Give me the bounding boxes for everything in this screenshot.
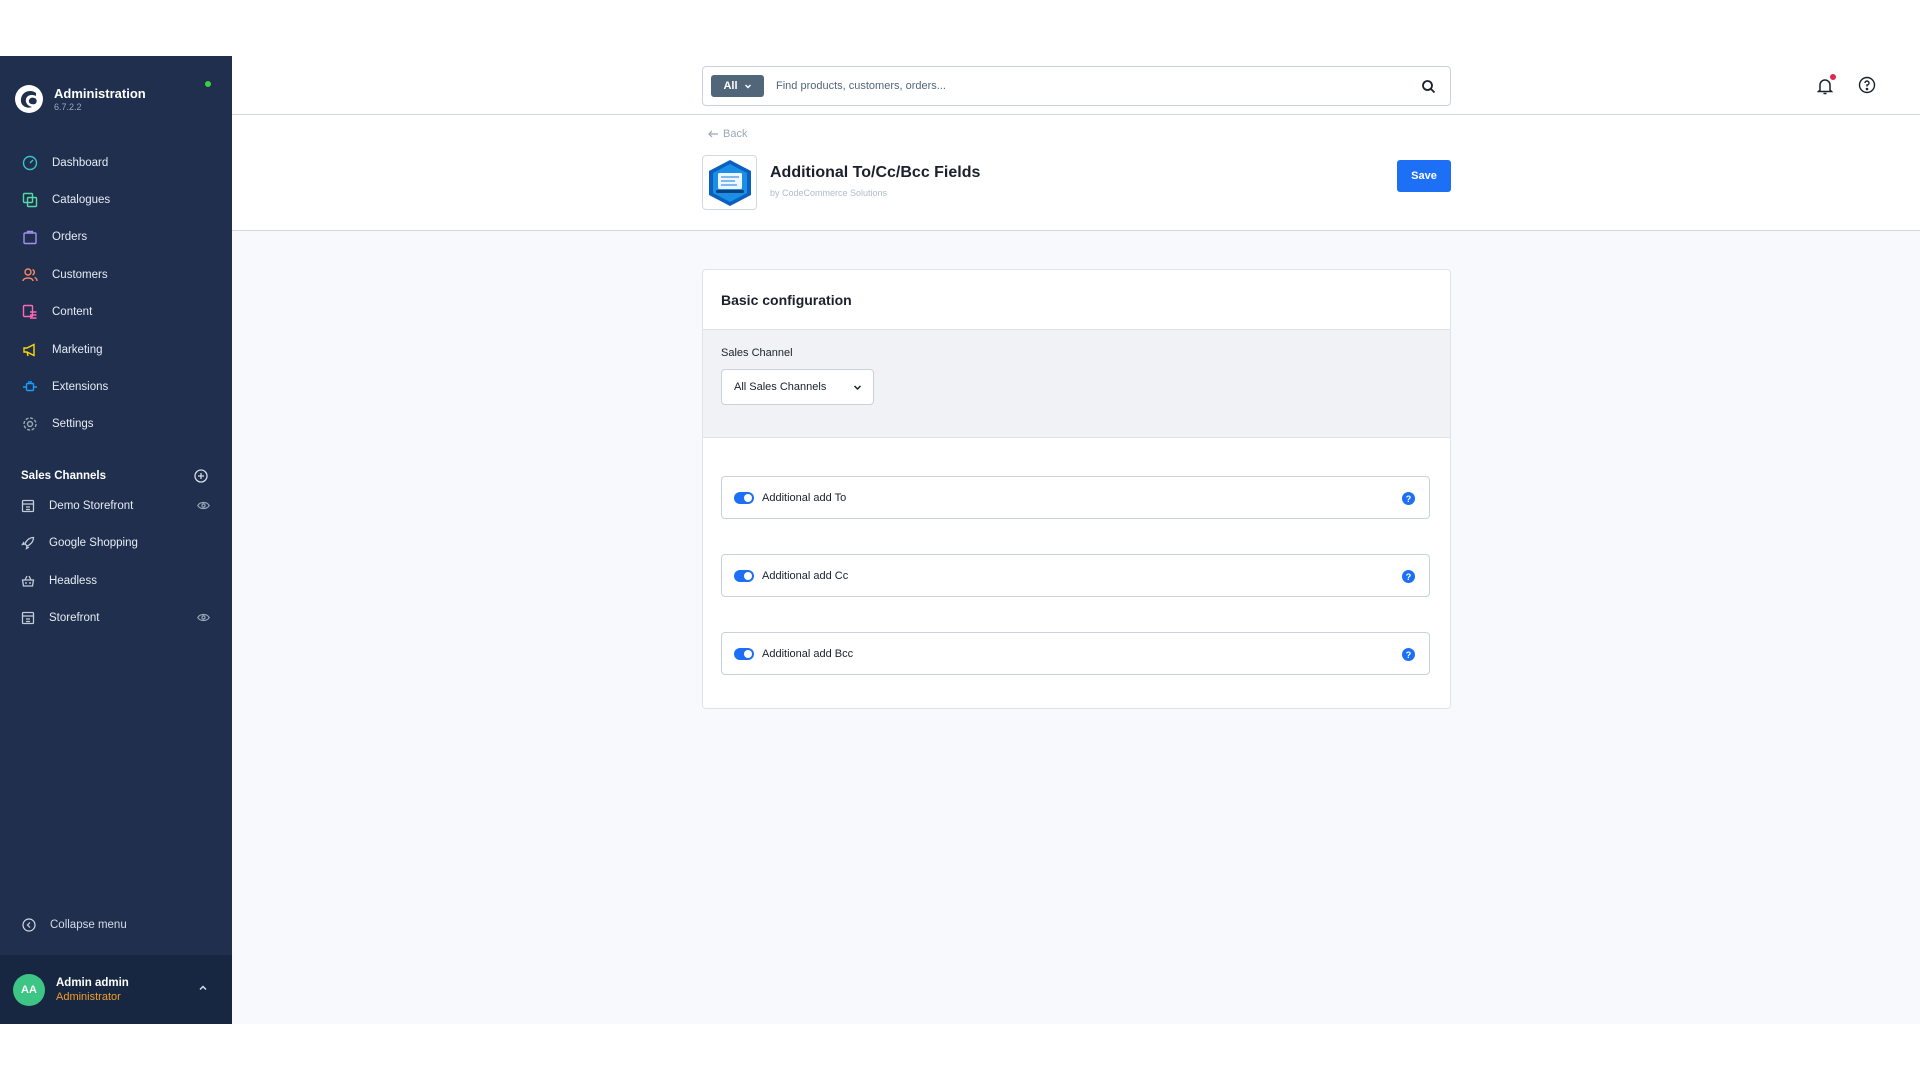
nav-item-dashboard[interactable]: Dashboard bbox=[0, 144, 232, 181]
help-info-icon[interactable]: ? bbox=[1402, 648, 1415, 661]
toggle-label: Additional add Cc bbox=[762, 569, 849, 582]
nav-item-marketing[interactable]: Marketing bbox=[0, 331, 232, 368]
page-title: Additional To/Cc/Bcc Fields bbox=[770, 164, 981, 181]
chevron-up-icon[interactable] bbox=[198, 983, 208, 993]
plugin-logo bbox=[702, 155, 757, 210]
chevron-down-icon bbox=[744, 84, 751, 89]
sidebar: Administration 6.7.2.2 Dashboard Catalog… bbox=[0, 56, 232, 1024]
nav-item-label: Catalogues bbox=[52, 194, 111, 207]
help-info-icon[interactable]: ? bbox=[1402, 570, 1415, 583]
search-type-dropdown[interactable]: All bbox=[711, 75, 764, 97]
nav-item-label: Content bbox=[52, 306, 93, 319]
sales-channel-selected: All Sales Channels bbox=[734, 381, 827, 393]
toggle-row-additional-cc: Additional add Cc ? bbox=[721, 554, 1430, 597]
sales-channels-title: Sales Channels bbox=[21, 470, 107, 483]
nav-item-label: Customers bbox=[52, 268, 108, 281]
nav-item-label: Orders bbox=[52, 231, 88, 244]
collapse-menu-button[interactable]: Collapse menu bbox=[22, 918, 127, 932]
add-circle-icon[interactable] bbox=[194, 469, 208, 483]
plugin-author: by CodeCommerce Solutions bbox=[770, 188, 888, 198]
nav-item-settings[interactable]: Settings bbox=[0, 406, 232, 443]
sales-channels-header: Sales Channels bbox=[0, 465, 232, 487]
sales-channel-label: Storefront bbox=[49, 611, 100, 624]
nav-item-orders[interactable]: Orders bbox=[0, 219, 232, 256]
app-version: 6.7.2.2 bbox=[54, 102, 82, 112]
storefront-icon bbox=[21, 499, 35, 512]
save-button[interactable]: Save bbox=[1397, 160, 1451, 192]
sales-channel-label: Headless bbox=[49, 574, 97, 587]
collapse-menu-label: Collapse menu bbox=[50, 919, 127, 931]
eye-icon[interactable] bbox=[197, 501, 210, 510]
rocket-icon bbox=[21, 537, 35, 551]
nav-item-label: Extensions bbox=[52, 381, 109, 394]
nav-item-extensions[interactable]: Extensions bbox=[0, 368, 232, 405]
sales-channel-item-storefront[interactable]: Storefront bbox=[0, 599, 232, 636]
user-name: Admin admin bbox=[56, 976, 129, 989]
bag-icon bbox=[23, 231, 37, 245]
plug-icon bbox=[23, 381, 37, 392]
app-title: Administration bbox=[54, 86, 146, 101]
sales-channel-item-headless[interactable]: Headless bbox=[0, 562, 232, 599]
plugin-hexagon-icon bbox=[708, 159, 751, 206]
toggle-label: Additional add Bcc bbox=[762, 647, 854, 660]
user-role: Administrator bbox=[56, 990, 121, 1003]
sales-channel-filter: Sales Channel All Sales Channels bbox=[703, 330, 1450, 438]
page-header: Back Additional To/Cc/Bcc Fields by Code… bbox=[232, 115, 1920, 231]
avatar: AA bbox=[13, 973, 45, 1006]
back-link[interactable]: Back bbox=[708, 128, 747, 140]
toggle-switch-bcc[interactable] bbox=[734, 647, 754, 660]
help-info-icon[interactable]: ? bbox=[1402, 492, 1415, 505]
content-icon bbox=[22, 305, 37, 319]
shopware-logo-icon bbox=[15, 85, 43, 113]
toggle-switch-to[interactable] bbox=[734, 491, 754, 504]
storefront-icon bbox=[21, 611, 35, 625]
main-navigation: Dashboard Catalogues Orders Customers Co… bbox=[0, 144, 232, 443]
catalogue-icon bbox=[22, 192, 38, 208]
sales-channel-label: Google Shopping bbox=[49, 537, 138, 550]
nav-item-customers[interactable]: Customers bbox=[0, 256, 232, 293]
online-status-dot bbox=[205, 81, 211, 87]
gear-icon bbox=[23, 417, 37, 432]
back-label: Back bbox=[723, 128, 748, 140]
basket-icon bbox=[21, 575, 35, 587]
main-content: All Find products, customers, orders... … bbox=[232, 56, 1920, 1024]
arrow-left-icon bbox=[708, 130, 718, 138]
brand[interactable]: Administration 6.7.2.2 bbox=[0, 56, 232, 124]
card-title: Basic configuration bbox=[703, 270, 1450, 330]
toggle-label: Additional add To bbox=[762, 491, 847, 504]
chevron-left-circle-icon bbox=[22, 918, 36, 932]
sales-channel-label: Sales Channel bbox=[721, 347, 793, 359]
sales-channel-label: Demo Storefront bbox=[49, 499, 134, 512]
sales-channel-item-google-shopping[interactable]: Google Shopping bbox=[0, 525, 232, 562]
sales-channel-item-demo-storefront[interactable]: Demo Storefront bbox=[0, 487, 232, 524]
megaphone-icon bbox=[23, 343, 35, 357]
notification-badge bbox=[1830, 74, 1836, 80]
help-icon[interactable] bbox=[1858, 76, 1876, 94]
top-bar: All Find products, customers, orders... bbox=[232, 56, 1920, 115]
toggle-row-additional-bcc: Additional add Bcc ? bbox=[721, 632, 1430, 675]
search-input[interactable]: Find products, customers, orders... bbox=[776, 80, 1450, 92]
toggle-row-additional-to: Additional add To ? bbox=[721, 476, 1430, 519]
global-search[interactable]: All Find products, customers, orders... bbox=[702, 66, 1451, 106]
toggle-switch-cc[interactable] bbox=[734, 569, 754, 582]
search-type-label: All bbox=[723, 80, 738, 92]
nav-item-label: Settings bbox=[52, 418, 94, 431]
nav-item-content[interactable]: Content bbox=[0, 294, 232, 331]
admin-app: Administration 6.7.2.2 Dashboard Catalog… bbox=[0, 56, 1920, 1024]
chevron-down-icon bbox=[853, 385, 862, 391]
users-icon bbox=[22, 268, 38, 282]
search-icon[interactable] bbox=[1421, 79, 1436, 94]
basic-configuration-card: Basic configuration Sales Channel All Sa… bbox=[702, 269, 1451, 709]
dashboard-icon bbox=[22, 155, 38, 170]
eye-icon[interactable] bbox=[197, 613, 210, 622]
nav-item-label: Dashboard bbox=[52, 156, 109, 169]
nav-item-catalogues[interactable]: Catalogues bbox=[0, 181, 232, 218]
sales-channel-list: Demo Storefront Google Shopping Headless… bbox=[0, 487, 232, 637]
sales-channel-select[interactable]: All Sales Channels bbox=[721, 369, 874, 405]
user-menu[interactable]: AA Admin admin Administrator bbox=[0, 955, 232, 1024]
nav-item-label: Marketing bbox=[52, 343, 103, 356]
